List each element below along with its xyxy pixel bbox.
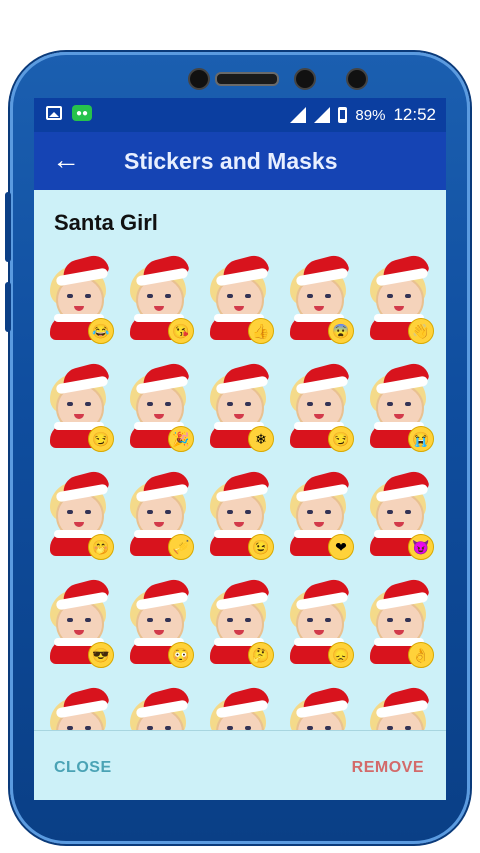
sticker-item[interactable]: ❤	[282, 468, 356, 562]
emoji-badge-icon: 🎺	[168, 534, 194, 560]
emoji-badge-icon: 😳	[168, 642, 194, 668]
battery-percent: 89%	[355, 106, 386, 124]
sticker-item[interactable]: 😳	[122, 576, 196, 670]
emoji-badge-icon: 😏	[88, 426, 114, 452]
sticker-item[interactable]: 🤔	[202, 576, 276, 670]
emoji-badge-icon: 😭	[408, 426, 434, 452]
sticker-item[interactable]: 😎	[42, 576, 116, 670]
sticker-item[interactable]: 🤭	[42, 468, 116, 562]
signal-icon	[290, 107, 307, 123]
phone-top-bar	[10, 52, 470, 100]
bottom-bar: CLOSE REMOVE	[34, 730, 446, 800]
sticker-item[interactable]: 😂	[42, 252, 116, 346]
camera-icon	[188, 68, 210, 90]
emoji-badge-icon: 😎	[88, 642, 114, 668]
sticker-item[interactable]: 😈	[362, 468, 436, 562]
emoji-badge-icon: ❤	[328, 534, 354, 560]
emoji-badge-icon: 😏	[328, 426, 354, 452]
emoji-badge-icon: 👌	[408, 642, 434, 668]
emoji-badge-icon: 🤔	[248, 642, 274, 668]
camera-icon	[346, 68, 368, 90]
camera-icon	[294, 68, 316, 90]
sticker-item[interactable]: 😨	[282, 252, 356, 346]
sticker-item[interactable]: 🎉	[122, 360, 196, 454]
chat-app-icon: ●●	[72, 105, 92, 121]
clock: 12:52	[393, 105, 436, 124]
side-button	[5, 192, 11, 262]
sticker-item[interactable]: 😏	[42, 360, 116, 454]
sticker-item[interactable]: 😉	[202, 468, 276, 562]
app-bar: ← Stickers and Masks	[34, 132, 446, 190]
sticker-item[interactable]: 👍	[202, 252, 276, 346]
emoji-badge-icon: 😘	[168, 318, 194, 344]
signal-icon	[314, 107, 331, 123]
sticker-item[interactable]: 😘	[122, 252, 196, 346]
status-bar: ●● 89% 12:52	[34, 98, 446, 132]
side-button	[5, 282, 11, 332]
sticker-item[interactable]: 😏	[282, 360, 356, 454]
remove-button[interactable]: REMOVE	[352, 759, 424, 777]
close-button[interactable]: CLOSE	[54, 759, 112, 777]
sticker-item[interactable]: 👌	[362, 576, 436, 670]
sticker-item[interactable]: 😞	[282, 576, 356, 670]
sticker-item[interactable]: 😭	[362, 360, 436, 454]
emoji-badge-icon: 👍	[248, 318, 274, 344]
emoji-badge-icon: 🤭	[88, 534, 114, 560]
sticker-item[interactable]: ❄	[202, 360, 276, 454]
emoji-badge-icon: 😞	[328, 642, 354, 668]
image-icon	[46, 106, 62, 120]
screen: ●● 89% 12:52 ← Stickers and Masks Santa …	[34, 98, 446, 800]
battery-icon	[338, 107, 348, 123]
emoji-badge-icon: 😨	[328, 318, 354, 344]
speaker-icon	[215, 72, 279, 86]
sticker-item[interactable]: 🎺	[122, 468, 196, 562]
emoji-badge-icon: 😈	[408, 534, 434, 560]
pack-title: Santa Girl	[54, 210, 158, 235]
emoji-badge-icon: 👋	[408, 318, 434, 344]
page-title: Stickers and Masks	[124, 148, 338, 174]
sticker-item[interactable]: 👋	[362, 252, 436, 346]
emoji-badge-icon: ❄	[248, 426, 274, 452]
emoji-badge-icon: 😉	[248, 534, 274, 560]
arrow-back-icon[interactable]: ←	[48, 142, 84, 178]
emoji-badge-icon: 🎉	[168, 426, 194, 452]
emoji-badge-icon: 😂	[88, 318, 114, 344]
